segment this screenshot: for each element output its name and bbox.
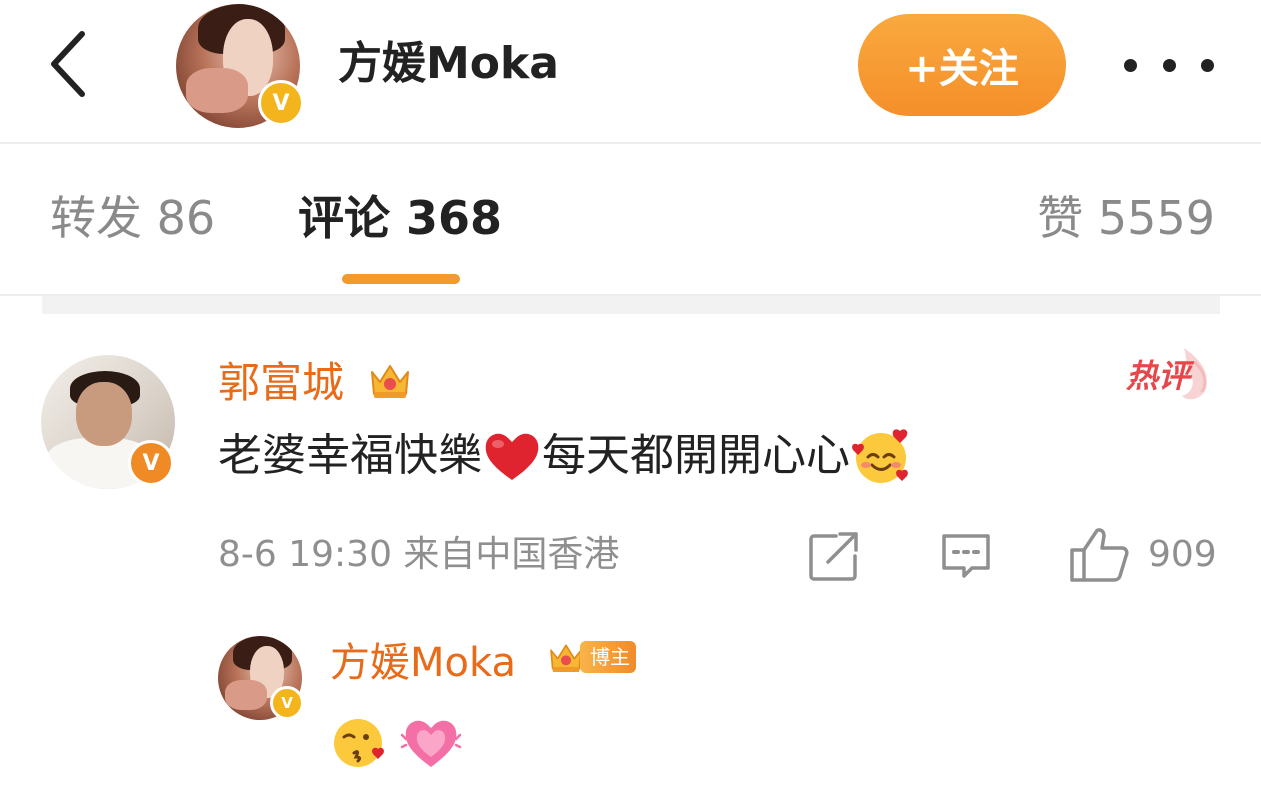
poster-avatar[interactable]: V	[176, 4, 304, 128]
section-divider	[42, 296, 1220, 314]
poster-tag: 博主	[580, 641, 636, 673]
chevron-left-icon	[51, 31, 85, 97]
more-button[interactable]	[1124, 40, 1214, 90]
tab-comments[interactable]: 评论 368	[298, 190, 502, 246]
tab-likes[interactable]: 赞 5559	[1037, 190, 1215, 246]
red-heart-emoji	[485, 433, 539, 480]
hot-comment-badge: 热评	[1126, 344, 1214, 404]
like-count[interactable]: 909	[1148, 530, 1217, 580]
more-dots-icon	[1124, 58, 1137, 72]
smiling-face-with-hearts-emoji	[852, 429, 908, 483]
more-dot	[1201, 58, 1214, 72]
back-button[interactable]	[40, 28, 100, 98]
reply-author[interactable]: 方媛Moka	[330, 636, 516, 690]
comment-text-part2: 每天都開開心心	[542, 430, 850, 481]
top-bar: V 方媛Moka +关注	[0, 0, 1261, 144]
reply-text	[330, 712, 462, 774]
comment-author[interactable]: 郭富城	[218, 356, 344, 410]
active-tab-indicator	[342, 274, 460, 284]
more-dot	[1162, 58, 1176, 72]
verified-badge-icon: V	[270, 686, 304, 720]
crown-icon	[371, 365, 409, 398]
comment-meta: 8-6 19:30 来自中国香港	[218, 534, 620, 575]
tab-bar: 转发 86 评论 368 赞 5559	[0, 142, 1261, 296]
comment-icon[interactable]	[938, 530, 994, 582]
face-blowing-kiss-emoji	[334, 719, 384, 767]
verified-badge-icon: V	[258, 80, 304, 126]
verified-badge-icon: V	[128, 440, 174, 486]
comment-text-part1: 老婆幸福快樂	[218, 430, 482, 481]
follow-button[interactable]: +关注	[858, 14, 1066, 116]
tab-reposts[interactable]: 转发 86	[50, 190, 215, 246]
poster-badge: 博主	[546, 637, 636, 677]
growing-heart-emoji	[400, 720, 462, 767]
poster-name[interactable]: 方媛Moka	[338, 34, 559, 94]
share-icon[interactable]	[806, 530, 862, 582]
reply-avatar[interactable]: V	[218, 636, 304, 720]
comment-text: 老婆幸福快樂 每天都開開心心	[218, 425, 912, 487]
hot-badge-label: 热评	[1126, 357, 1191, 395]
thumbs-up-icon[interactable]	[1068, 526, 1130, 584]
